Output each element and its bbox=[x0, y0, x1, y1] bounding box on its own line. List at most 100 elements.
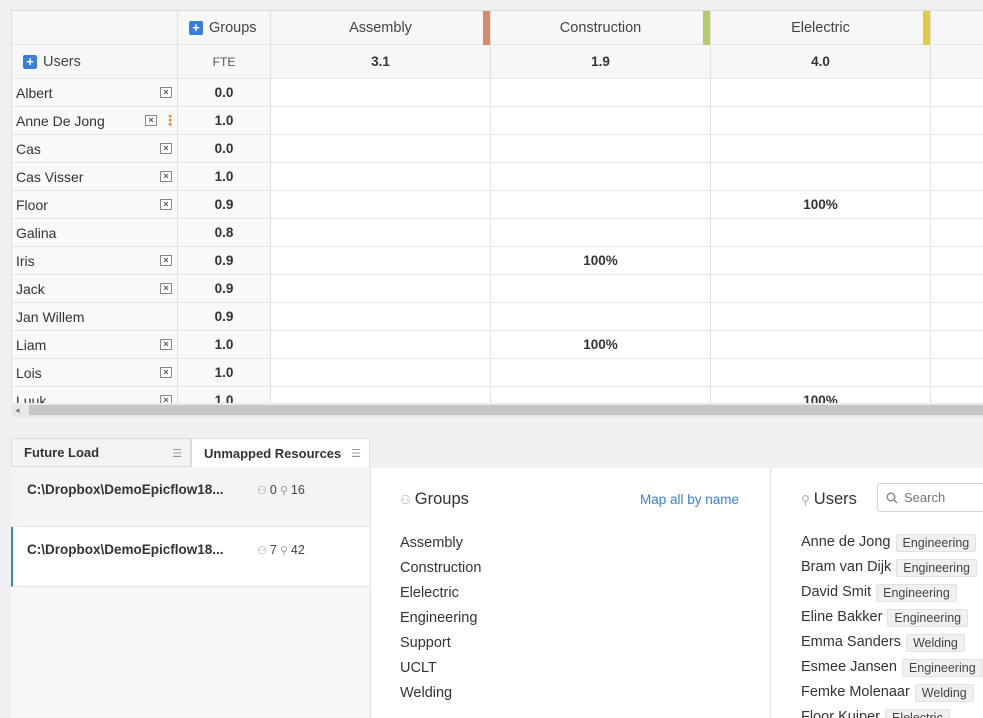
user-row-name[interactable]: Anne De Jong × ⋮ bbox=[12, 107, 178, 135]
groups-header[interactable]: + Groups bbox=[178, 11, 271, 45]
allocation-cell[interactable] bbox=[931, 331, 983, 359]
allocation-cell[interactable] bbox=[271, 135, 491, 163]
unmapped-group-item[interactable]: UCLT bbox=[400, 659, 481, 684]
unmapped-user-item[interactable]: Esmee Jansen Engineering bbox=[801, 659, 983, 684]
allocation-cell[interactable] bbox=[271, 359, 491, 387]
unmapped-user-item[interactable]: Bram van Dijk Engineering bbox=[801, 559, 983, 584]
allocation-cell[interactable] bbox=[931, 163, 983, 191]
allocation-cell[interactable] bbox=[491, 387, 711, 403]
unmapped-group-item[interactable]: Engineering bbox=[400, 609, 481, 634]
unmapped-user-item[interactable]: David Smit Engineering bbox=[801, 584, 983, 609]
users-header[interactable]: + Users bbox=[12, 45, 178, 79]
allocation-cell[interactable] bbox=[491, 135, 711, 163]
remove-user-icon[interactable]: × bbox=[160, 339, 172, 350]
allocation-cell[interactable] bbox=[491, 191, 711, 219]
tab-future-load[interactable]: Future Load ☰ bbox=[11, 438, 191, 467]
allocation-cell[interactable] bbox=[491, 219, 711, 247]
allocation-cell[interactable] bbox=[711, 79, 931, 107]
file-item[interactable]: C:\Dropbox\DemoEpicflow18... ⚇ 0 ⚲ 16 bbox=[11, 467, 370, 527]
group-column-header[interactable]: Elelectric bbox=[711, 11, 931, 45]
remove-user-icon[interactable]: × bbox=[160, 283, 172, 294]
unmapped-group-item[interactable]: Assembly bbox=[400, 534, 481, 559]
user-row-name[interactable]: Liam × bbox=[12, 331, 178, 359]
remove-user-icon[interactable]: × bbox=[160, 199, 172, 210]
user-row-name[interactable]: Albert × bbox=[12, 79, 178, 107]
allocation-cell[interactable]: 100% bbox=[491, 331, 711, 359]
unmapped-user-item[interactable]: Eline Bakker Engineering bbox=[801, 609, 983, 634]
allocation-cell[interactable] bbox=[931, 359, 983, 387]
allocation-cell[interactable] bbox=[491, 275, 711, 303]
map-all-by-name-link[interactable]: Map all by name bbox=[640, 492, 739, 507]
add-user-icon[interactable]: + bbox=[23, 54, 37, 69]
allocation-cell[interactable] bbox=[931, 79, 983, 107]
allocation-cell[interactable] bbox=[271, 247, 491, 275]
remove-user-icon[interactable]: × bbox=[160, 87, 172, 98]
remove-user-icon[interactable]: × bbox=[160, 395, 172, 403]
allocation-cell[interactable] bbox=[271, 163, 491, 191]
allocation-cell[interactable]: 100% bbox=[491, 247, 711, 275]
unmapped-user-item[interactable]: Femke Molenaar Welding bbox=[801, 684, 983, 709]
group-column-header[interactable]: Assembly bbox=[271, 11, 491, 45]
allocation-cell[interactable] bbox=[271, 191, 491, 219]
allocation-cell[interactable] bbox=[491, 359, 711, 387]
allocation-cell[interactable] bbox=[491, 79, 711, 107]
add-group-icon[interactable]: + bbox=[189, 20, 203, 35]
allocation-cell[interactable]: 100% bbox=[711, 387, 931, 403]
remove-user-icon[interactable]: × bbox=[160, 143, 172, 154]
remove-user-icon[interactable]: × bbox=[160, 171, 172, 182]
allocation-cell[interactable] bbox=[711, 331, 931, 359]
unmapped-group-item[interactable]: Construction bbox=[400, 559, 481, 584]
user-row-name[interactable]: Luuk × bbox=[12, 387, 178, 403]
allocation-cell[interactable] bbox=[271, 387, 491, 403]
allocation-cell[interactable] bbox=[931, 107, 983, 135]
allocation-cell[interactable] bbox=[931, 275, 983, 303]
allocation-cell[interactable] bbox=[931, 247, 983, 275]
user-row-name[interactable]: Lois × bbox=[12, 359, 178, 387]
search-box[interactable] bbox=[877, 483, 983, 512]
scroll-left-icon[interactable]: ◂ bbox=[15, 405, 20, 416]
tab-menu-icon[interactable]: ☰ bbox=[172, 447, 182, 460]
unmapped-user-item[interactable]: Emma Sanders Welding bbox=[801, 634, 983, 659]
allocation-cell[interactable] bbox=[271, 275, 491, 303]
allocation-cell[interactable] bbox=[271, 79, 491, 107]
allocation-cell[interactable] bbox=[931, 191, 983, 219]
allocation-cell[interactable] bbox=[711, 275, 931, 303]
remove-user-icon[interactable]: × bbox=[145, 115, 157, 126]
allocation-cell[interactable] bbox=[271, 219, 491, 247]
unmapped-user-item[interactable]: Anne de Jong Engineering bbox=[801, 534, 983, 559]
allocation-cell[interactable] bbox=[931, 387, 983, 403]
allocation-cell[interactable] bbox=[931, 135, 983, 163]
unmapped-user-item[interactable]: Floor Kuiper Elelectric bbox=[801, 709, 983, 718]
allocation-cell[interactable] bbox=[271, 107, 491, 135]
tab-menu-icon[interactable]: ☰ bbox=[351, 447, 361, 460]
remove-user-icon[interactable]: × bbox=[160, 255, 172, 266]
allocation-cell[interactable] bbox=[491, 163, 711, 191]
allocation-cell[interactable] bbox=[711, 247, 931, 275]
allocation-cell[interactable] bbox=[711, 135, 931, 163]
unmapped-group-item[interactable]: Elelectric bbox=[400, 584, 481, 609]
allocation-cell[interactable] bbox=[711, 107, 931, 135]
allocation-cell[interactable] bbox=[711, 359, 931, 387]
more-options-icon[interactable]: ⋮ bbox=[163, 113, 177, 127]
horizontal-scrollbar[interactable]: ◂ bbox=[11, 403, 983, 417]
user-row-name[interactable]: Iris × bbox=[12, 247, 178, 275]
allocation-cell[interactable] bbox=[711, 163, 931, 191]
user-row-name[interactable]: Galina bbox=[12, 219, 178, 247]
scrollbar-thumb[interactable] bbox=[29, 405, 983, 415]
remove-user-icon[interactable]: × bbox=[160, 367, 172, 378]
unmapped-group-item[interactable]: Support bbox=[400, 634, 481, 659]
allocation-cell[interactable] bbox=[931, 303, 983, 331]
tab-unmapped-resources[interactable]: Unmapped Resources ☰ bbox=[191, 438, 370, 467]
unmapped-group-item[interactable]: Welding bbox=[400, 684, 481, 709]
allocation-cell[interactable] bbox=[271, 331, 491, 359]
allocation-cell[interactable] bbox=[271, 303, 491, 331]
user-row-name[interactable]: Cas × bbox=[12, 135, 178, 163]
allocation-cell[interactable] bbox=[931, 219, 983, 247]
group-column-header[interactable]: Construction bbox=[491, 11, 711, 45]
allocation-cell[interactable] bbox=[711, 303, 931, 331]
user-row-name[interactable]: Floor × bbox=[12, 191, 178, 219]
file-item-selected[interactable]: C:\Dropbox\DemoEpicflow18... ⚇ 7 ⚲ 42 bbox=[11, 527, 370, 587]
search-input[interactable] bbox=[904, 490, 983, 505]
user-row-name[interactable]: Cas Visser × bbox=[12, 163, 178, 191]
user-row-name[interactable]: Jack × bbox=[12, 275, 178, 303]
